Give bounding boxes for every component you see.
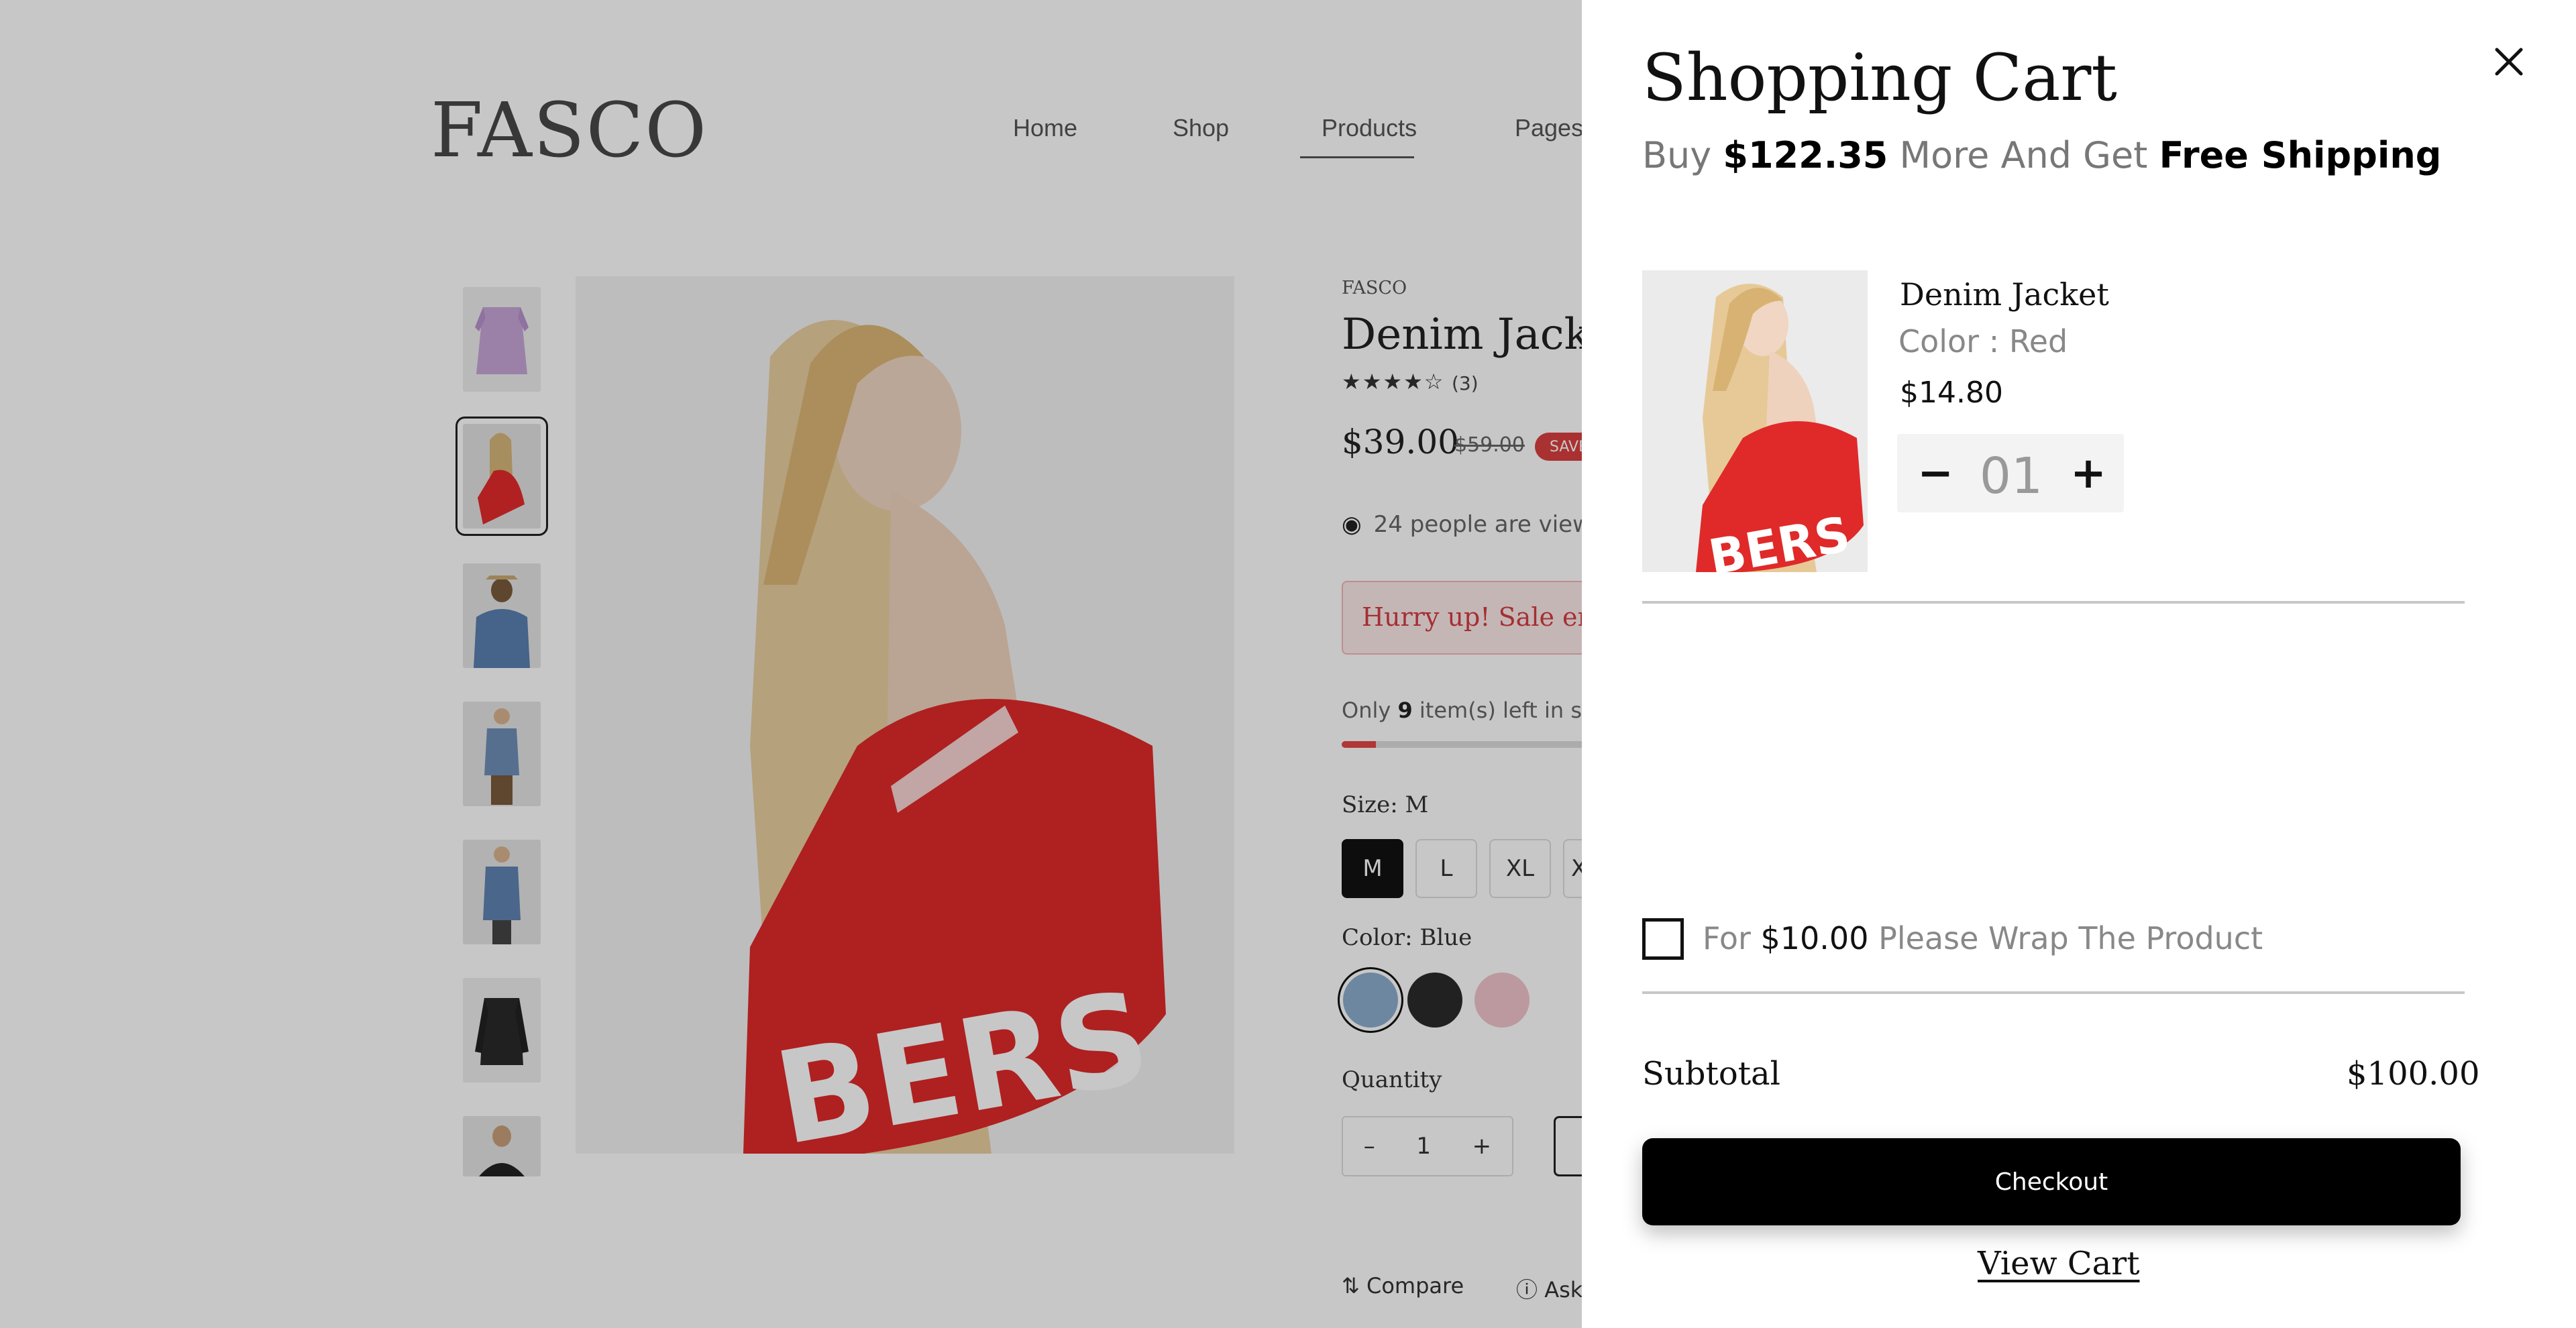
close-icon — [2495, 48, 2523, 76]
cart-item-image[interactable]: BERS — [1642, 270, 1868, 572]
subtotal-label: Subtotal — [1642, 1055, 1780, 1093]
checkout-button[interactable]: Checkout — [1642, 1138, 2461, 1225]
subtotal-value: $100.00 — [2347, 1055, 2480, 1093]
ship-amount: $122.35 — [1723, 134, 1888, 176]
wrap-suffix: Please Wrap The Product — [1868, 920, 2263, 956]
cart-quantity-decrease-button[interactable]: − — [1912, 443, 1959, 504]
cart-quantity-increase-button[interactable]: + — [2065, 443, 2112, 504]
wrap-prefix: For — [1703, 920, 1761, 956]
free-shipping-message: Buy $122.35 More And Get Free Shipping — [1642, 134, 2441, 176]
gift-wrap-checkbox[interactable] — [1642, 918, 1684, 960]
model-red-jacket-thumbnail: BERS — [1642, 270, 1868, 572]
ship-prefix: Buy — [1642, 134, 1723, 176]
close-cart-button[interactable] — [2489, 42, 2529, 82]
cart-item-price: $14.80 — [1900, 376, 2003, 410]
cart-item-name[interactable]: Denim Jacket — [1900, 276, 2109, 313]
cart-divider-bottom — [1642, 991, 2465, 994]
ship-middle: More And Get — [1888, 134, 2159, 176]
cart-drawer: Shopping Cart Buy $122.35 More And Get F… — [1582, 0, 2576, 1328]
cart-item-color: Color : Red — [1898, 323, 2068, 359]
cart-quantity-stepper: − 01 + — [1897, 434, 2124, 512]
cart-title: Shopping Cart — [1642, 40, 2117, 115]
page-dim-overlay[interactable] — [0, 0, 1582, 1328]
cart-divider-top — [1642, 601, 2465, 604]
cart-quantity-value[interactable]: 01 — [1971, 447, 2051, 505]
ship-free: Free Shipping — [2159, 134, 2442, 176]
wrap-price: $10.00 — [1760, 920, 1869, 956]
view-cart-link[interactable]: View Cart — [1978, 1245, 2140, 1282]
gift-wrap-label[interactable]: For $10.00 Please Wrap The Product — [1703, 920, 2263, 956]
